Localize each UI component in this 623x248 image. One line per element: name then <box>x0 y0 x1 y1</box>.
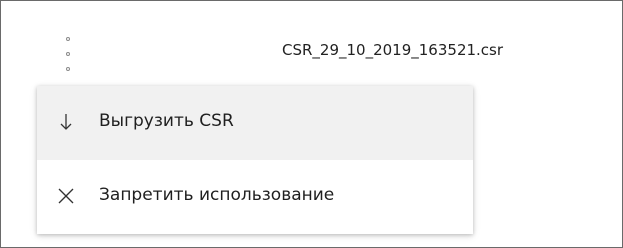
close-x-icon <box>55 184 77 208</box>
kebab-dot <box>66 37 70 41</box>
more-vertical-icon[interactable] <box>63 37 73 71</box>
csr-filename: CSR_29_10_2019_163521.csr <box>282 41 504 59</box>
context-menu: Выгрузить CSR Запретить использование <box>37 86 473 234</box>
kebab-dot <box>66 52 70 56</box>
menu-item-forbid-usage[interactable]: Запретить использование <box>37 160 473 234</box>
kebab-dot <box>66 67 70 71</box>
screenshot-frame: CSR_29_10_2019_163521.csr Выгрузить CSR … <box>0 0 623 248</box>
download-arrow-icon <box>55 110 77 134</box>
menu-item-label: Запретить использование <box>99 185 335 205</box>
menu-item-download-csr[interactable]: Выгрузить CSR <box>37 86 473 160</box>
menu-item-label: Выгрузить CSR <box>99 111 234 131</box>
